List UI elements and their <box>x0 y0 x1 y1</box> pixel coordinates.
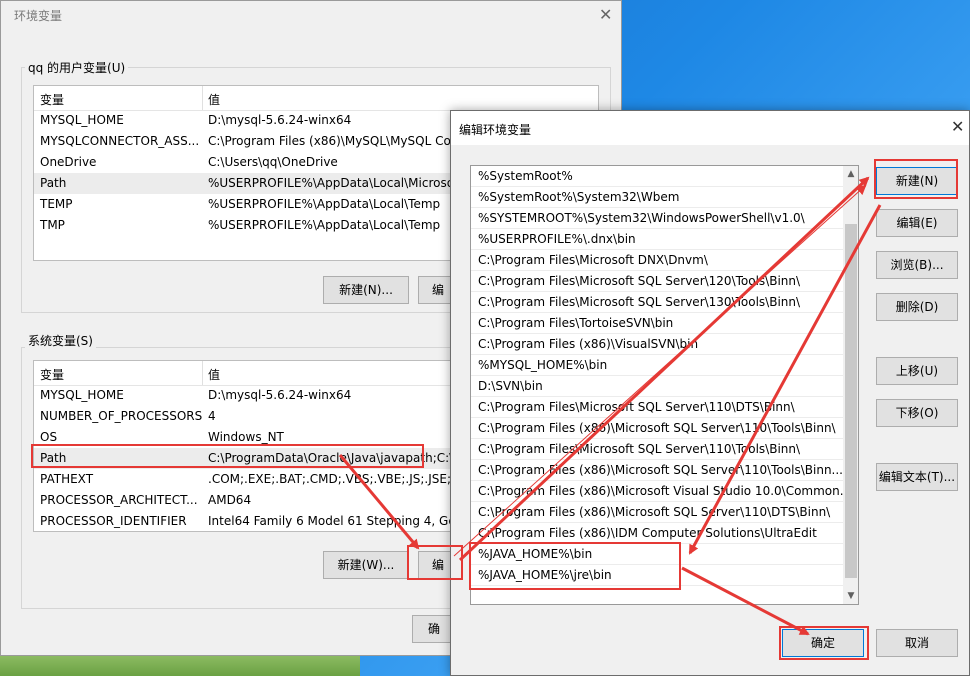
list-item[interactable]: %SystemRoot%\System32\Wbem <box>471 187 843 208</box>
column-header-variable[interactable]: 变量 <box>40 91 64 108</box>
variable-value: C:\ProgramData\Oracle\Java\javapath;C:\ <box>208 451 454 465</box>
variable-value: D:\mysql-5.6.24-winx64 <box>208 388 352 402</box>
variable-value: 4 <box>208 409 216 423</box>
path-entry-text: C:\Program Files (x86)\Microsoft SQL Ser… <box>478 463 843 477</box>
list-item[interactable]: C:\Program Files (x86)\VisualSVN\bin <box>471 334 843 355</box>
list-item[interactable]: %MYSQL_HOME%\bin <box>471 355 843 376</box>
path-entry-text: C:\Program Files (x86)\Microsoft SQL Ser… <box>478 421 836 435</box>
variable-name: PROCESSOR_IDENTIFIER <box>40 514 187 528</box>
list-item[interactable]: C:\Program Files\Microsoft SQL Server\11… <box>471 397 843 418</box>
list-item[interactable]: %SystemRoot% <box>471 166 843 187</box>
list-item[interactable]: C:\Program Files (x86)\Microsoft Visual … <box>471 481 843 502</box>
variable-value: %USERPROFILE%\AppData\Local\Temp <box>208 218 441 232</box>
variable-name: OneDrive <box>40 155 97 169</box>
variable-name: TEMP <box>40 197 73 211</box>
list-item[interactable]: C:\Program Files (x86)\IDM Computer Solu… <box>471 523 843 544</box>
variable-value: .COM;.EXE;.BAT;.CMD;.VBS;.VBE;.JS;.JSE;.… <box>208 472 467 486</box>
browse-button[interactable]: 浏览(B)... <box>876 251 958 279</box>
env-dialog-title: 环境变量 <box>14 9 63 23</box>
path-entry-text: %USERPROFILE%\.dnx\bin <box>478 232 636 246</box>
list-item[interactable]: C:\Program Files (x86)\Microsoft SQL Ser… <box>471 418 843 439</box>
path-entry-text: C:\Program Files\TortoiseSVN\bin <box>478 316 674 330</box>
close-icon[interactable]: ✕ <box>599 5 612 24</box>
path-entry-text: %SYSTEMROOT%\System32\WindowsPowerShell\… <box>478 211 805 225</box>
variable-name: PATHEXT <box>40 472 94 486</box>
path-entry-text: C:\Program Files\Microsoft SQL Server\12… <box>478 274 801 288</box>
list-item[interactable]: C:\Program Files (x86)\Microsoft SQL Ser… <box>471 460 843 481</box>
path-entry-text: %SystemRoot%\System32\Wbem <box>478 190 680 204</box>
variable-name: Path <box>40 451 67 465</box>
variable-value: AMD64 <box>208 493 252 507</box>
edit-environment-variable-dialog: 编辑环境变量 ✕ %SystemRoot% %SystemRoot%\Syste… <box>450 110 970 676</box>
user-variables-label: qq 的用户变量(U) <box>25 59 129 76</box>
variable-value: Windows_NT <box>208 430 284 444</box>
variable-name: NUMBER_OF_PROCESSORS <box>40 409 203 423</box>
path-entry-text: %JAVA_HOME%\bin <box>478 547 593 561</box>
edit-dialog-titlebar: 编辑环境变量 ✕ <box>451 111 969 145</box>
path-entries-list[interactable]: %SystemRoot% %SystemRoot%\System32\Wbem … <box>470 165 859 605</box>
path-entry-text: C:\Program Files (x86)\Microsoft SQL Ser… <box>478 505 831 519</box>
list-item[interactable]: %SYSTEMROOT%\System32\WindowsPowerShell\… <box>471 208 843 229</box>
variable-name: PROCESSOR_ARCHITECT... <box>40 493 198 507</box>
list-item[interactable]: C:\Program Files (x86)\Microsoft SQL Ser… <box>471 502 843 523</box>
variable-name: Path <box>40 176 67 190</box>
edit-text-button[interactable]: 编辑文本(T)... <box>876 463 958 491</box>
list-item[interactable]: %JAVA_HOME%\jre\bin <box>471 565 843 586</box>
system-new-button[interactable]: 新建(W)... <box>323 551 409 579</box>
variable-value: C:\Users\qq\OneDrive <box>208 155 338 169</box>
path-entry-text: D:\SVN\bin <box>478 379 543 393</box>
vertical-scrollbar[interactable]: ▲ ▼ <box>843 166 858 604</box>
scroll-up-icon[interactable]: ▲ <box>843 166 858 182</box>
path-entry-text: C:\Program Files (x86)\Microsoft Visual … <box>478 484 843 498</box>
path-entry-text: %SystemRoot% <box>478 169 573 183</box>
column-header-value[interactable]: 值 <box>208 366 220 383</box>
user-new-button[interactable]: 新建(N)... <box>323 276 409 304</box>
list-item[interactable]: D:\SVN\bin <box>471 376 843 397</box>
variable-name: TMP <box>40 218 65 232</box>
list-item[interactable]: C:\Program Files\Microsoft SQL Server\13… <box>471 292 843 313</box>
path-entry-text: %MYSQL_HOME%\bin <box>478 358 608 372</box>
new-entry-button[interactable]: 新建(N) <box>876 167 958 195</box>
variable-value: %USERPROFILE%\AppData\Local\Temp <box>208 197 441 211</box>
variable-value: C:\Program Files (x86)\MySQL\MySQL Co <box>208 134 451 148</box>
list-item[interactable]: C:\Program Files\Microsoft SQL Server\11… <box>471 439 843 460</box>
path-entry-text: C:\Program Files\Microsoft SQL Server\11… <box>478 442 801 456</box>
edit-dialog-title: 编辑环境变量 <box>459 123 532 137</box>
list-item[interactable]: C:\Program Files\Microsoft SQL Server\12… <box>471 271 843 292</box>
cancel-button[interactable]: 取消 <box>876 629 958 657</box>
variable-value: Intel64 Family 6 Model 61 Stepping 4, Ge <box>208 514 456 528</box>
scrollbar-thumb[interactable] <box>845 224 857 578</box>
ok-button[interactable]: 确定 <box>782 629 864 657</box>
path-entry-text: %JAVA_HOME%\jre\bin <box>478 568 612 582</box>
close-icon[interactable]: ✕ <box>951 117 964 136</box>
variable-name: MYSQL_HOME <box>40 388 124 402</box>
path-entry-text: C:\Program Files\Microsoft DNX\Dnvm\ <box>478 253 708 267</box>
list-header: 变量 值 <box>34 86 598 111</box>
move-up-button[interactable]: 上移(U) <box>876 357 958 385</box>
list-item[interactable]: %JAVA_HOME%\bin <box>471 544 843 565</box>
list-item[interactable]: C:\Program Files\Microsoft DNX\Dnvm\ <box>471 250 843 271</box>
path-entry-text: C:\Program Files (x86)\IDM Computer Solu… <box>478 526 817 540</box>
variable-name: MYSQL_HOME <box>40 113 124 127</box>
edit-entry-button[interactable]: 编辑(E) <box>876 209 958 237</box>
variable-name: MYSQLCONNECTOR_ASS... <box>40 134 200 148</box>
path-entry-text: C:\Program Files (x86)\VisualSVN\bin <box>478 337 699 351</box>
path-entry-text: C:\Program Files\Microsoft SQL Server\13… <box>478 295 801 309</box>
list-item[interactable]: C:\Program Files\TortoiseSVN\bin <box>471 313 843 334</box>
variable-value: D:\mysql-5.6.24-winx64 <box>208 113 352 127</box>
path-entry-text: C:\Program Files\Microsoft SQL Server\11… <box>478 400 795 414</box>
column-header-value[interactable]: 值 <box>208 91 220 108</box>
system-variables-label: 系统变量(S) <box>25 332 96 349</box>
column-header-variable[interactable]: 变量 <box>40 366 64 383</box>
variable-value: %USERPROFILE%\AppData\Local\Microso <box>208 176 455 190</box>
delete-button[interactable]: 删除(D) <box>876 293 958 321</box>
move-down-button[interactable]: 下移(O) <box>876 399 958 427</box>
scroll-down-icon[interactable]: ▼ <box>843 588 858 604</box>
variable-name: OS <box>40 430 58 444</box>
list-item[interactable]: %USERPROFILE%\.dnx\bin <box>471 229 843 250</box>
